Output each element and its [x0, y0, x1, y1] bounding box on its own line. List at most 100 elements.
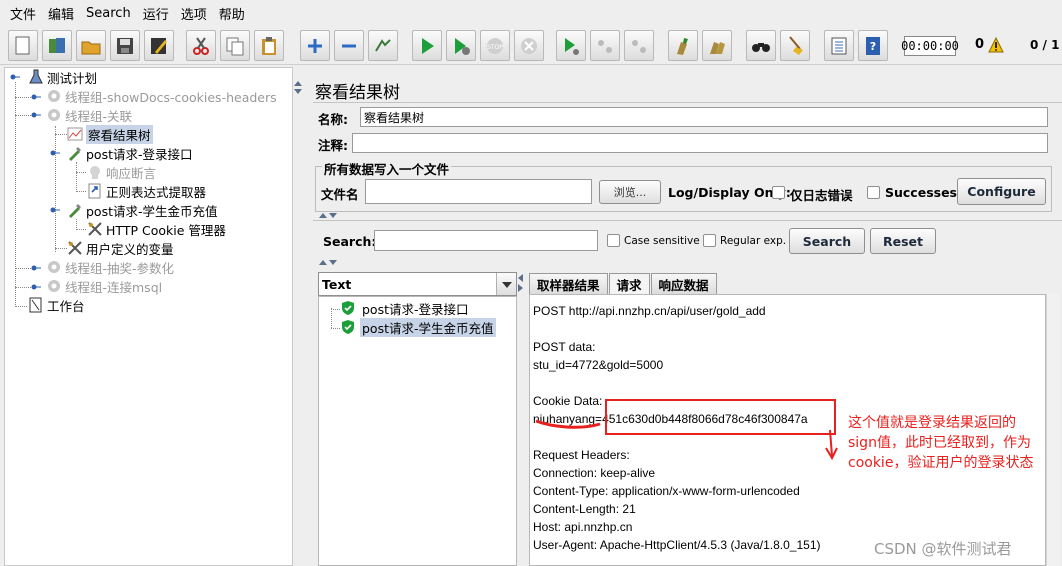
remote-stop-icon [598, 39, 612, 53]
tree-node-cookie-manager[interactable]: HTTP Cookie 管理器 [87, 220, 226, 238]
tree-toggle-icon[interactable] [31, 92, 41, 102]
split-up-arrow-icon[interactable] [319, 213, 327, 218]
paste-button[interactable] [254, 30, 284, 61]
search-button-toolbar[interactable] [746, 30, 776, 61]
menu-edit[interactable]: 编辑 [42, 4, 80, 23]
toggle-button[interactable] [368, 30, 398, 61]
copy-button[interactable] [220, 30, 250, 61]
menu-file[interactable]: 文件 [4, 4, 42, 23]
detail-tabs: 取样器结果 请求 响应数据 [529, 273, 718, 294]
split-up-arrow-icon[interactable] [294, 81, 302, 86]
errors-only-checkbox[interactable] [772, 186, 785, 199]
tree-toggle-icon[interactable] [31, 263, 41, 273]
renderer-select[interactable]: Text [318, 272, 517, 296]
shutdown-button[interactable] [514, 30, 544, 61]
filename-field[interactable] [365, 179, 592, 204]
tree-node-thread-group[interactable]: 线程组-showDocs-cookies-headers [46, 87, 277, 105]
stop-button[interactable]: STOP [480, 30, 510, 61]
tree-toggle-icon[interactable] [50, 205, 60, 215]
configure-button[interactable]: Configure [957, 178, 1046, 205]
successes-checkbox[interactable] [867, 186, 880, 199]
menu-run[interactable]: 运行 [137, 4, 175, 23]
tree-node-test-plan[interactable]: 测试计划 [28, 68, 97, 86]
tree-node-result-tree[interactable]: 察看结果树 [67, 124, 153, 144]
collapse-button[interactable] [334, 30, 364, 61]
tree-node-user-vars[interactable]: 用户定义的变量 [67, 239, 174, 257]
annotation-text: sign值，此时已经取到，作为 [848, 435, 1031, 451]
menu-search[interactable]: Search [80, 6, 137, 21]
clear-button[interactable] [668, 30, 698, 61]
new-button[interactable] [8, 30, 38, 61]
reset-button[interactable]: Reset [870, 228, 936, 254]
help-button[interactable]: ? [858, 30, 888, 61]
split-down-arrow-icon[interactable] [329, 213, 337, 218]
split-down-arrow-icon[interactable] [329, 260, 337, 265]
start-button[interactable] [412, 30, 442, 61]
open-button[interactable] [76, 30, 106, 61]
tree-node-workbench[interactable]: 工作台 [28, 296, 85, 314]
remote-exit-button[interactable] [624, 30, 654, 61]
tree-node-thread-group[interactable]: 线程组-抽奖-参数化 [46, 258, 174, 276]
cut-button[interactable] [186, 30, 216, 61]
tree-toggle-icon[interactable] [31, 282, 41, 292]
warning-icon[interactable] [988, 37, 1004, 53]
templates-button[interactable] [42, 30, 72, 61]
tree-node-extractor[interactable]: 正则表达式提取器 [87, 182, 206, 200]
search-button[interactable]: Search [789, 228, 865, 254]
tree-node-sampler[interactable]: post请求-登录接口 [67, 144, 193, 162]
results-list [318, 296, 517, 566]
case-sensitive-checkbox[interactable] [607, 234, 620, 247]
tree-node-thread-group[interactable]: 线程组-连接msql [46, 277, 162, 295]
browse-button[interactable]: 浏览... [599, 180, 661, 204]
search-input[interactable] [374, 230, 598, 251]
split-down-arrow-icon[interactable] [294, 89, 302, 94]
remote-start-button[interactable] [556, 30, 586, 61]
menu-help[interactable]: 帮助 [213, 4, 251, 23]
name-field[interactable]: 察看结果树 [360, 107, 1048, 127]
tree-node-label: 线程组-关联 [65, 108, 133, 124]
menu-bar: 文件 编辑 Search 运行 选项 帮助 [0, 0, 1062, 26]
tree-node-assertion[interactable]: 响应断言 [87, 163, 156, 181]
expand-button[interactable] [300, 30, 330, 61]
start-no-pause-button[interactable] [446, 30, 476, 61]
stop-icon: STOP [487, 37, 503, 54]
save-as-button[interactable] [144, 30, 174, 61]
results-splitter[interactable] [313, 259, 1062, 267]
panel-splitter[interactable] [313, 212, 1062, 220]
tree-node-sampler[interactable]: post请求-学生金币充值 [67, 201, 218, 219]
tree-toggle-icon[interactable] [50, 148, 60, 158]
chevron-down-icon[interactable] [496, 273, 516, 295]
tab-sampler-result[interactable]: 取样器结果 [529, 273, 608, 294]
tab-request[interactable]: 请求 [608, 273, 650, 294]
regex-checkbox[interactable] [703, 234, 716, 247]
result-item[interactable]: post请求-学生金币充值 [340, 317, 496, 337]
results-vertical-splitter[interactable] [517, 270, 527, 566]
save-button[interactable] [110, 30, 140, 61]
split-right-arrow-icon[interactable] [518, 284, 523, 292]
case-sensitive-label: Case sensitive [624, 235, 700, 247]
comment-label: 注释: [318, 138, 348, 153]
tree-splitter[interactable] [293, 67, 303, 566]
menu-options[interactable]: 选项 [175, 4, 213, 23]
reset-search-button[interactable] [780, 30, 810, 61]
sampler-icon [69, 147, 81, 161]
tree-toggle-icon[interactable] [31, 110, 41, 120]
tree-line [15, 306, 27, 307]
result-item[interactable]: post请求-登录接口 [340, 299, 471, 317]
tree-node-label: 线程组-连接msql [65, 279, 163, 295]
tab-response-data[interactable]: 响应数据 [650, 273, 717, 294]
warning-count: 0 [975, 37, 985, 52]
tree-toggle-icon[interactable] [10, 72, 20, 82]
toggle-icon [375, 38, 391, 52]
function-helper-button[interactable] [824, 30, 854, 61]
split-left-arrow-icon[interactable] [518, 274, 523, 282]
scrollbar[interactable] [1046, 294, 1060, 566]
clear-all-button[interactable] [702, 30, 732, 61]
comment-field[interactable] [352, 133, 1048, 153]
split-up-arrow-icon[interactable] [319, 260, 327, 265]
clear-all-icon [710, 41, 725, 54]
divider [313, 102, 1062, 103]
tree-node-thread-group[interactable]: 线程组-关联 [46, 106, 132, 124]
remote-stop-button[interactable] [590, 30, 620, 61]
config-icon [68, 241, 82, 255]
